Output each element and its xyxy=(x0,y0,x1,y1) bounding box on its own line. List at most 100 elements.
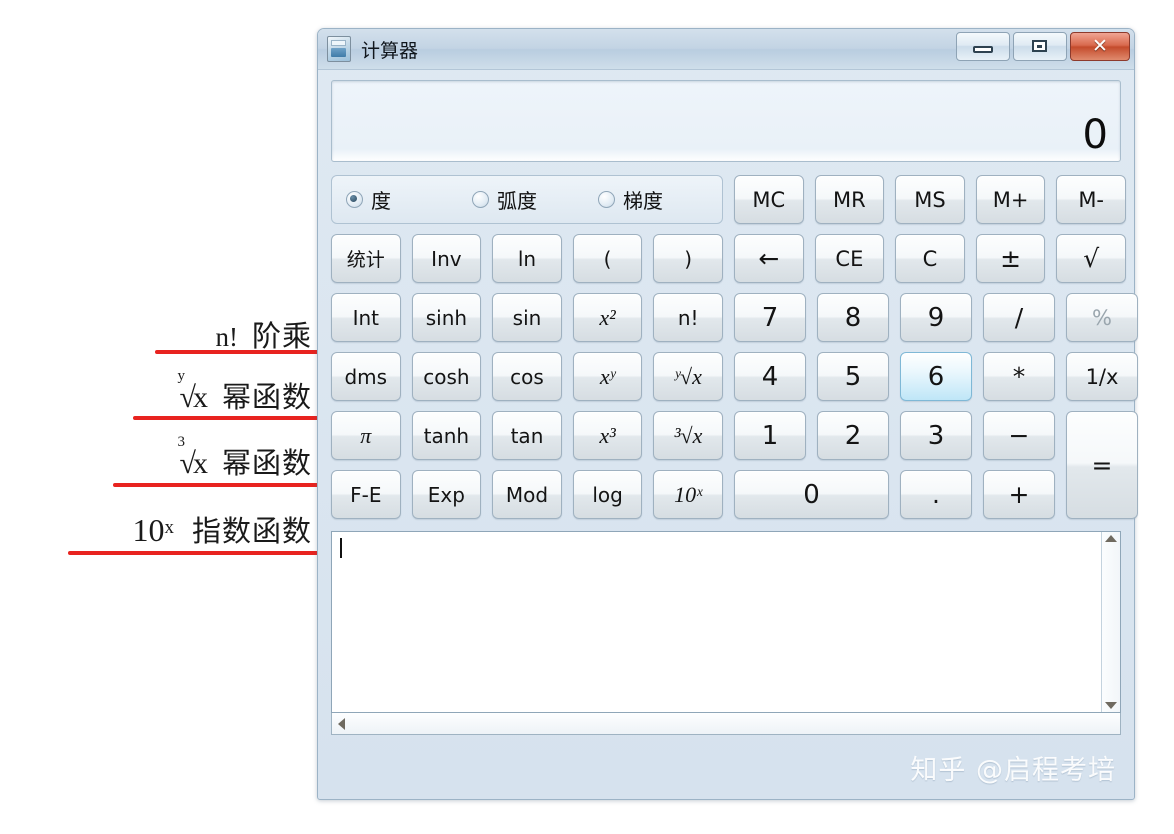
button-3[interactable]: 3 xyxy=(900,411,972,460)
button-sinh[interactable]: sinh xyxy=(411,293,482,342)
edit-row: ← CE C ± √ xyxy=(734,234,1126,283)
radical-radicand: x xyxy=(192,381,208,414)
number-row-789: 7 8 9 / xyxy=(734,293,1055,342)
memory-row: MC MR MS M+ M- xyxy=(734,175,1126,224)
button-memory-recall[interactable]: MR xyxy=(814,175,885,224)
button-9[interactable]: 9 xyxy=(900,293,972,342)
button-reciprocal[interactable]: 1/x xyxy=(1066,352,1138,401)
scroll-left-icon[interactable] xyxy=(338,717,345,730)
button-7[interactable]: 7 xyxy=(734,293,806,342)
button-4[interactable]: 4 xyxy=(734,352,806,401)
button-1[interactable]: 1 xyxy=(734,411,806,460)
button-cos[interactable]: cos xyxy=(492,352,562,401)
button-ten-power-x[interactable]: 10ˣ xyxy=(653,470,723,519)
button-percent[interactable]: % xyxy=(1066,293,1138,342)
radio-degrees[interactable]: 度 xyxy=(338,185,464,214)
radio-dot-radians xyxy=(471,191,489,208)
radio-radians[interactable]: 弧度 xyxy=(464,185,590,214)
button-log[interactable]: log xyxy=(572,470,643,519)
button-0[interactable]: 0 xyxy=(734,470,889,519)
minimize-icon xyxy=(973,46,993,53)
button-natural-log[interactable]: ln xyxy=(492,234,562,283)
button-sign-toggle[interactable]: ± xyxy=(975,234,1046,283)
button-clear[interactable]: C xyxy=(895,234,965,283)
annotation-line-power-y xyxy=(133,416,340,420)
scroll-down-icon[interactable] xyxy=(1105,702,1117,709)
title-bar[interactable]: 计算器 ✕ xyxy=(318,29,1134,70)
close-button[interactable]: ✕ xyxy=(1070,32,1130,61)
watermark: 知乎 @启程考培 xyxy=(910,755,1116,786)
button-divide[interactable]: / xyxy=(983,293,1055,342)
button-multiply[interactable]: * xyxy=(983,352,1055,401)
button-int[interactable]: Int xyxy=(331,293,401,342)
button-8[interactable]: 8 xyxy=(817,293,889,342)
maximize-button[interactable] xyxy=(1013,32,1067,61)
history-panel[interactable] xyxy=(331,531,1121,713)
vertical-scrollbar[interactable] xyxy=(1101,532,1120,712)
scientific-pad: 度 弧度 梯度 统计 Inv ln ( ) Int sinh sin x² n!… xyxy=(331,175,723,519)
angle-mode-group: 度 弧度 梯度 xyxy=(331,175,723,224)
display-value: 0 xyxy=(1082,112,1108,158)
exp-exponent: x xyxy=(164,517,174,538)
button-equals[interactable]: = xyxy=(1066,411,1138,519)
annotation-symbol-cube-root-x: 3 √x xyxy=(178,434,208,481)
button-clear-entry[interactable]: CE xyxy=(814,234,885,283)
button-memory-subtract[interactable]: M- xyxy=(1056,175,1126,224)
button-x-cubed[interactable]: x³ xyxy=(572,411,643,460)
annotation-exponential: 10x 指数函数 xyxy=(132,508,312,550)
button-cosh[interactable]: cosh xyxy=(411,352,482,401)
button-pi[interactable]: π xyxy=(331,411,401,460)
calculator-display: 0 xyxy=(331,80,1121,162)
annotation-factorial: n! 阶乘 xyxy=(215,313,312,355)
button-6[interactable]: 6 xyxy=(900,352,972,401)
sci-row-4: π tanh tan x³ ³√x xyxy=(331,411,723,460)
calculator-window: 计算器 ✕ 0 度 弧度 梯度 统计 Inv ln () Int sinh s… xyxy=(317,28,1138,800)
button-cube-root-x[interactable]: ³√x xyxy=(653,411,723,460)
radical-radicand: x xyxy=(192,447,208,480)
button-statistics[interactable]: 统计 xyxy=(331,234,401,283)
button-close-paren[interactable]: ) xyxy=(653,234,723,283)
button-square-root[interactable]: √ xyxy=(1056,234,1126,283)
button-y-root-x[interactable]: ʸ√x xyxy=(653,352,723,401)
button-factorial[interactable]: n! xyxy=(653,293,723,342)
radio-dot-gradians xyxy=(597,191,615,208)
button-exp[interactable]: Exp xyxy=(411,470,482,519)
button-inverse[interactable]: Inv xyxy=(411,234,482,283)
annotation-label-factorial: 阶乘 xyxy=(251,321,312,353)
number-grid: 7 8 9 / 4 5 6 * 1 2 3 − 0 . + % 1/x = xyxy=(734,293,1138,519)
annotation-symbol-factorial: n! xyxy=(215,322,238,352)
number-columns-left: 7 8 9 / 4 5 6 * 1 2 3 − 0 . + xyxy=(734,293,1055,519)
button-open-paren[interactable]: ( xyxy=(572,234,643,283)
button-sin[interactable]: sin xyxy=(492,293,562,342)
exp-base: 10 xyxy=(132,512,165,548)
button-x-squared[interactable]: x² xyxy=(572,293,643,342)
radio-gradians[interactable]: 梯度 xyxy=(590,185,716,214)
button-f-e[interactable]: F-E xyxy=(331,470,401,519)
button-dms[interactable]: dms xyxy=(331,352,401,401)
button-decimal[interactable]: . xyxy=(900,470,972,519)
button-5[interactable]: 5 xyxy=(817,352,889,401)
button-memory-clear[interactable]: MC xyxy=(734,175,804,224)
annotation-power-y: y √x 幂函数 xyxy=(178,368,312,416)
radio-label-radians: 弧度 xyxy=(496,189,537,213)
annotation-symbol-ten-power-x: 10x xyxy=(132,512,182,548)
scroll-up-icon[interactable] xyxy=(1105,535,1117,542)
close-icon: ✕ xyxy=(1092,36,1108,57)
minimize-button[interactable] xyxy=(956,32,1010,61)
button-tan[interactable]: tan xyxy=(492,411,562,460)
horizontal-scrollbar[interactable] xyxy=(331,713,1121,735)
button-tanh[interactable]: tanh xyxy=(411,411,482,460)
button-mod[interactable]: Mod xyxy=(492,470,562,519)
sci-row-2: Int sinh sin x² n! xyxy=(331,293,723,342)
button-2[interactable]: 2 xyxy=(817,411,889,460)
number-columns-right: % 1/x = xyxy=(1066,293,1138,519)
button-subtract[interactable]: − xyxy=(983,411,1055,460)
button-x-power-y[interactable]: xʸ xyxy=(572,352,643,401)
button-memory-store[interactable]: MS xyxy=(895,175,965,224)
button-memory-add[interactable]: M+ xyxy=(975,175,1046,224)
button-backspace[interactable]: ← xyxy=(734,234,804,283)
number-row-123: 1 2 3 − xyxy=(734,411,1055,460)
button-add[interactable]: + xyxy=(983,470,1055,519)
history-content[interactable] xyxy=(332,532,1101,712)
window-body: 0 度 弧度 梯度 统计 Inv ln () Int sinh sin x² … xyxy=(318,70,1138,735)
